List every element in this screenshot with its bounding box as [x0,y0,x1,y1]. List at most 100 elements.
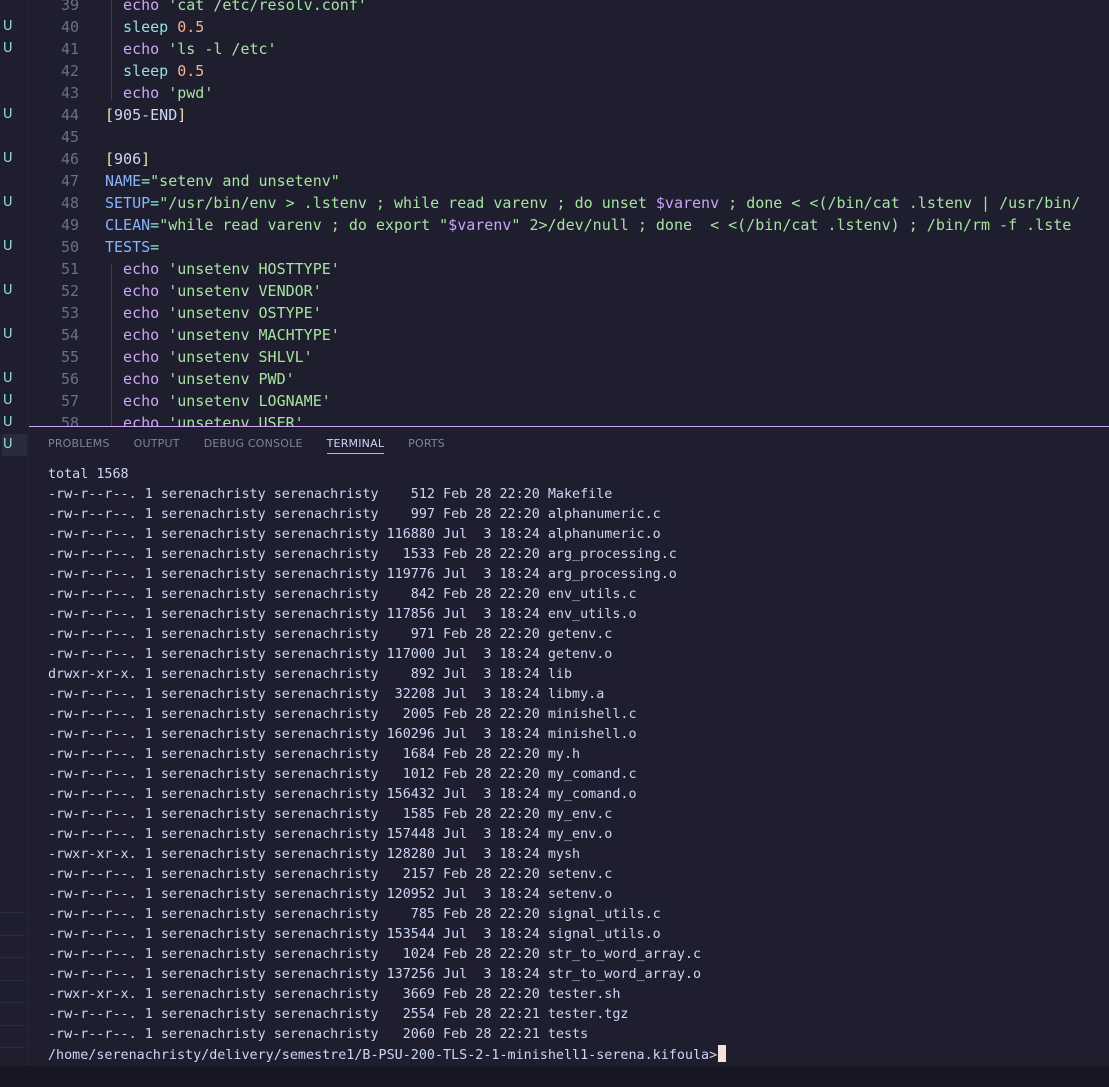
code-token: 'unsetenv VENDOR' [168,282,322,300]
code-token: NAME [105,172,142,190]
scm-untracked-marker[interactable]: U [2,104,27,126]
code-token: echo [105,326,169,344]
gutter-separator [0,979,26,981]
code-token: 'unsetenv USER' [168,414,304,426]
code-token: "/usr/bin/env > .lstenv ; while read var… [159,194,656,212]
code-text: [905-END] [105,104,186,126]
line-number: 47 [60,172,79,190]
terminal-line: -rw-r--r--. 1 serenachristy serenachrist… [48,827,613,842]
code-text: echo 'cat /etc/resolv.conf' [105,0,367,16]
terminal-line: -rw-r--r--. 1 serenachristy serenachrist… [48,807,613,822]
line-number: 53 [60,304,79,322]
tab-debug-console[interactable]: DEBUG CONSOLE [204,437,303,454]
code-token: ; done < <(/bin/cat .lstenv | /usr/bin/ [719,194,1081,212]
tab-output[interactable]: OUTPUT [134,437,180,454]
code-token: 'unsetenv HOSTTYPE' [168,260,340,278]
code-token: 'unsetenv SHLVL' [168,348,313,366]
code-line[interactable]: 42 sleep 0.5 [29,60,204,82]
scm-untracked-marker[interactable]: U [2,412,27,434]
scm-gutter: UUUUUUUUUUUU [0,0,29,1071]
code-token: = [150,238,160,256]
tab-ports[interactable]: PORTS [408,437,445,454]
terminal-line: -rw-r--r--. 1 serenachristy serenachrist… [48,707,637,722]
code-token: echo [105,414,169,426]
code-line[interactable]: 45 [29,126,79,148]
terminal-line: -rw-r--r--. 1 serenachristy serenachrist… [48,527,661,542]
code-token: = [150,194,160,212]
code-line[interactable]: 48 SETUP="/usr/bin/env > .lstenv ; while … [29,192,1080,214]
terminal-line: -rw-r--r--. 1 serenachristy serenachrist… [48,687,605,702]
line-number: 54 [60,326,79,344]
code-line[interactable]: 46 [906] [29,148,150,170]
code-token: ] [141,150,151,168]
line-number: 49 [60,216,79,234]
code-text: sleep 0.5 [105,16,204,38]
code-line[interactable]: 41 echo 'ls -l /etc' [29,38,277,60]
terminal-line: -rw-r--r--. 1 serenachristy serenachrist… [48,567,677,582]
line-number: 48 [60,194,79,212]
code-token: 906 [114,150,142,168]
scm-untracked-marker[interactable]: U [2,368,27,390]
terminal-line: -rw-r--r--. 1 serenachristy serenachrist… [48,927,661,942]
terminal-prompt: /home/serenachristy/delivery/semestre1/B… [48,1048,718,1063]
scm-untracked-marker[interactable]: U [2,324,27,346]
tab-terminal[interactable]: TERMINAL [326,437,385,454]
code-line[interactable]: 51 echo 'unsetenv HOSTTYPE' [29,258,340,280]
terminal-line: -rw-r--r--. 1 serenachristy serenachrist… [48,887,613,902]
code-token: echo [105,40,169,58]
scm-untracked-marker[interactable]: U [2,148,27,170]
code-text: echo 'unsetenv LOGNAME' [105,390,331,412]
terminal-line: total 1568 [48,467,129,482]
status-bar [0,1066,1109,1087]
scm-untracked-marker[interactable]: U [2,280,27,302]
code-text: echo 'unsetenv PWD' [105,368,295,390]
gutter-separator [0,1002,26,1003]
code-token: 'cat /etc/resolv.conf' [168,0,367,14]
terminal-output[interactable]: total 1568 -rw-r--r--. 1 serenachristy se… [48,465,1103,1065]
scm-untracked-marker[interactable]: U [2,434,27,456]
gutter-separator [0,1024,26,1026]
scm-untracked-marker[interactable]: U [2,236,27,258]
code-line[interactable]: 54 echo 'unsetenv MACHTYPE' [29,324,340,346]
code-text: echo 'unsetenv VENDOR' [105,280,322,302]
code-line[interactable]: 55 echo 'unsetenv SHLVL' [29,346,313,368]
scm-untracked-marker[interactable]: U [2,192,27,214]
line-number: 52 [60,282,79,300]
code-line[interactable]: 52 echo 'unsetenv VENDOR' [29,280,322,302]
line-number: 58 [60,414,79,426]
line-number: 50 [60,238,79,256]
terminal-prompt-line[interactable]: /home/serenachristy/delivery/semestre1/B… [48,1045,1103,1065]
code-editor[interactable]: 39 echo 'cat /etc/resolv.conf' 40 sleep 0… [29,0,1109,426]
code-token: echo [105,370,169,388]
code-token: ] [177,106,187,124]
scm-untracked-marker[interactable]: U [2,390,27,412]
code-text: echo 'ls -l /etc' [105,38,277,60]
tab-problems[interactable]: PROBLEMS [48,437,110,454]
code-line[interactable]: 56 echo 'unsetenv PWD' [29,368,295,390]
code-token: echo [105,304,169,322]
terminal-line: -rw-r--r--. 1 serenachristy serenachrist… [48,1027,589,1042]
code-line[interactable]: 39 echo 'cat /etc/resolv.conf' [29,0,367,16]
code-line[interactable]: 47 NAME="setenv and unsetenv" [29,170,340,192]
line-number: 46 [60,150,79,168]
code-line[interactable]: 53 echo 'unsetenv OSTYPE' [29,302,322,324]
code-line[interactable]: 43 echo 'pwd' [29,82,213,104]
code-line[interactable]: 57 echo 'unsetenv LOGNAME' [29,390,331,412]
code-line[interactable]: 44 [905-END] [29,104,186,126]
terminal-line: -rw-r--r--. 1 serenachristy serenachrist… [48,947,702,962]
code-line[interactable]: 50 TESTS= [29,236,159,258]
code-token: 'unsetenv MACHTYPE' [168,326,340,344]
code-token: echo [105,392,169,410]
scm-untracked-marker[interactable]: U [2,38,27,60]
code-text: [906] [105,148,150,170]
code-line[interactable]: 58 echo 'unsetenv USER' [29,412,304,426]
code-token: TESTS [105,238,151,256]
code-token: "while read varenv ; do export " [159,216,449,234]
code-line[interactable]: 40 sleep 0.5 [29,16,204,38]
code-line[interactable]: 49 CLEAN="while read varenv ; do export "… [29,214,1071,236]
code-token: 'unsetenv PWD' [168,370,295,388]
scm-untracked-marker[interactable]: U [2,16,27,38]
line-number: 57 [60,392,79,410]
code-token: = [150,216,160,234]
terminal-line: -rw-r--r--. 1 serenachristy serenachrist… [48,487,613,502]
